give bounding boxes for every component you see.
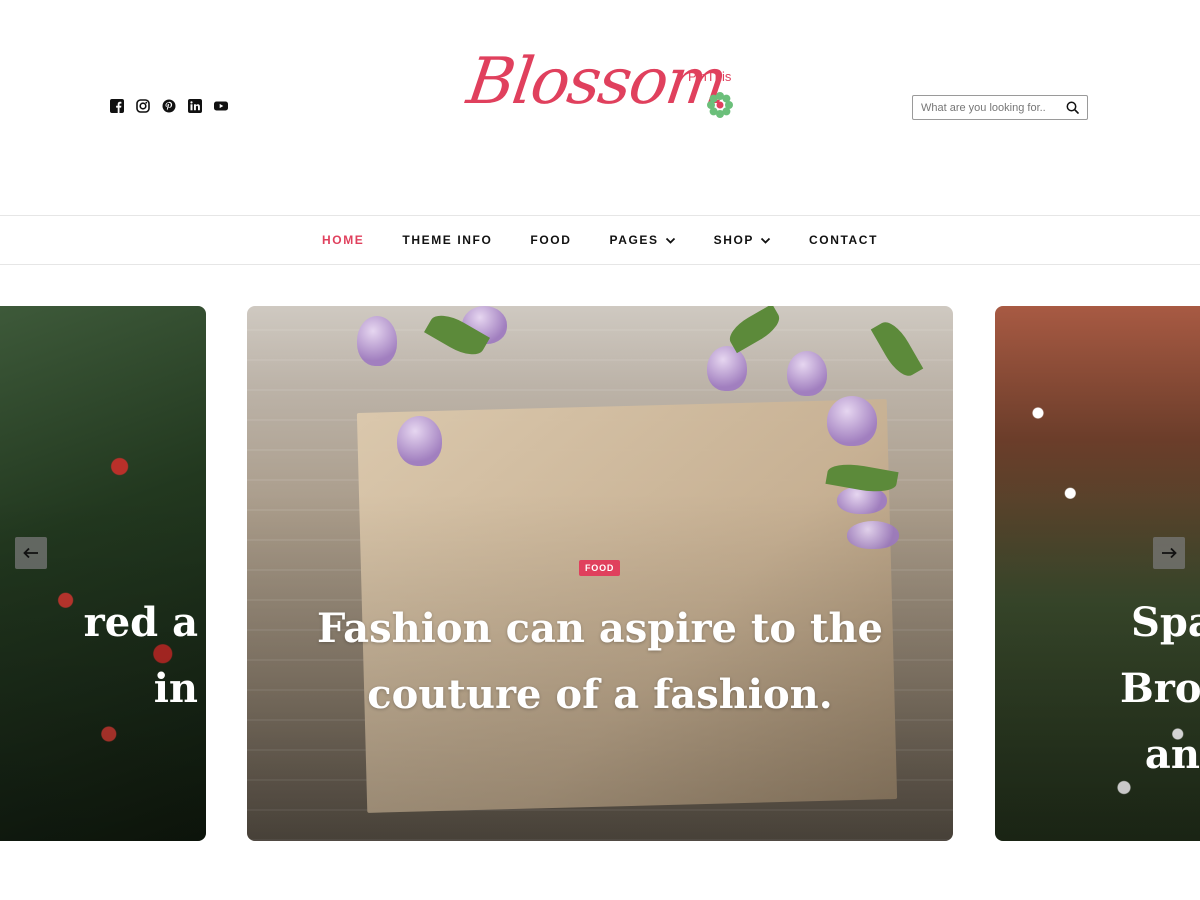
linkedin-icon[interactable]: [188, 99, 202, 113]
slider-next-button[interactable]: [1153, 537, 1185, 569]
arrow-left-icon: [23, 547, 38, 559]
site-logo[interactable]: Blossom PinThis: [460, 45, 750, 165]
nav-item-contact[interactable]: CONTACT: [790, 233, 897, 247]
nav-item-label: PAGES: [609, 233, 659, 247]
nav-item-label: THEME INFO: [402, 233, 493, 247]
arrow-right-icon: [1162, 547, 1177, 559]
slide-title-line: Spa: [1131, 599, 1200, 646]
slide-current[interactable]: FOOD Fashion can aspire to the couture o…: [247, 306, 953, 841]
chevron-down-icon: [665, 237, 675, 244]
youtube-icon[interactable]: [214, 99, 228, 113]
chevron-down-icon: [760, 237, 771, 244]
nav-item-food[interactable]: FOOD: [511, 233, 590, 247]
slide-title-line: an: [1144, 731, 1200, 778]
nav-item-label: HOME: [322, 233, 365, 247]
social-links: [110, 99, 228, 113]
slide-title[interactable]: Fashion can aspire to the couture of a f…: [300, 596, 900, 728]
slide-next-title: Spa Brov an: [1120, 590, 1200, 788]
nav-item-label: FOOD: [530, 233, 572, 247]
flower-icon: [707, 92, 733, 118]
slide-title-line: in: [153, 665, 198, 712]
nav-item-shop[interactable]: SHOP: [695, 233, 790, 247]
featured-slider: red a in FOOD Fashion can aspire to the …: [0, 306, 1200, 841]
slide-overlay: [0, 306, 206, 841]
slide-previous[interactable]: red a in: [0, 306, 206, 841]
slider-prev-button[interactable]: [15, 537, 47, 569]
search-input[interactable]: [913, 101, 1058, 114]
nav-item-home[interactable]: HOME: [303, 233, 383, 247]
search-icon[interactable]: [1058, 96, 1086, 119]
category-badge[interactable]: FOOD: [579, 560, 621, 576]
search-box: [912, 95, 1088, 120]
slide-previous-title: red a in: [84, 590, 198, 722]
nav-item-pages[interactable]: PAGES: [590, 233, 694, 247]
nav-item-theme-info[interactable]: THEME INFO: [383, 233, 511, 247]
nav-item-label: SHOP: [713, 233, 755, 247]
instagram-icon[interactable]: [136, 99, 150, 113]
main-navigation: HOME THEME INFO FOOD PAGES SHOP CONTACT: [0, 215, 1200, 265]
pinterest-icon[interactable]: [162, 99, 176, 113]
slide-next[interactable]: Spa Brov an: [995, 306, 1200, 841]
site-header: Blossom PinThis: [0, 0, 1200, 215]
logo-tagline: PinThis: [688, 69, 732, 84]
facebook-icon[interactable]: [110, 99, 124, 113]
nav-item-label: CONTACT: [809, 233, 878, 247]
slide-title-line: red a: [83, 599, 198, 646]
slide-title-line: Brov: [1120, 665, 1200, 712]
